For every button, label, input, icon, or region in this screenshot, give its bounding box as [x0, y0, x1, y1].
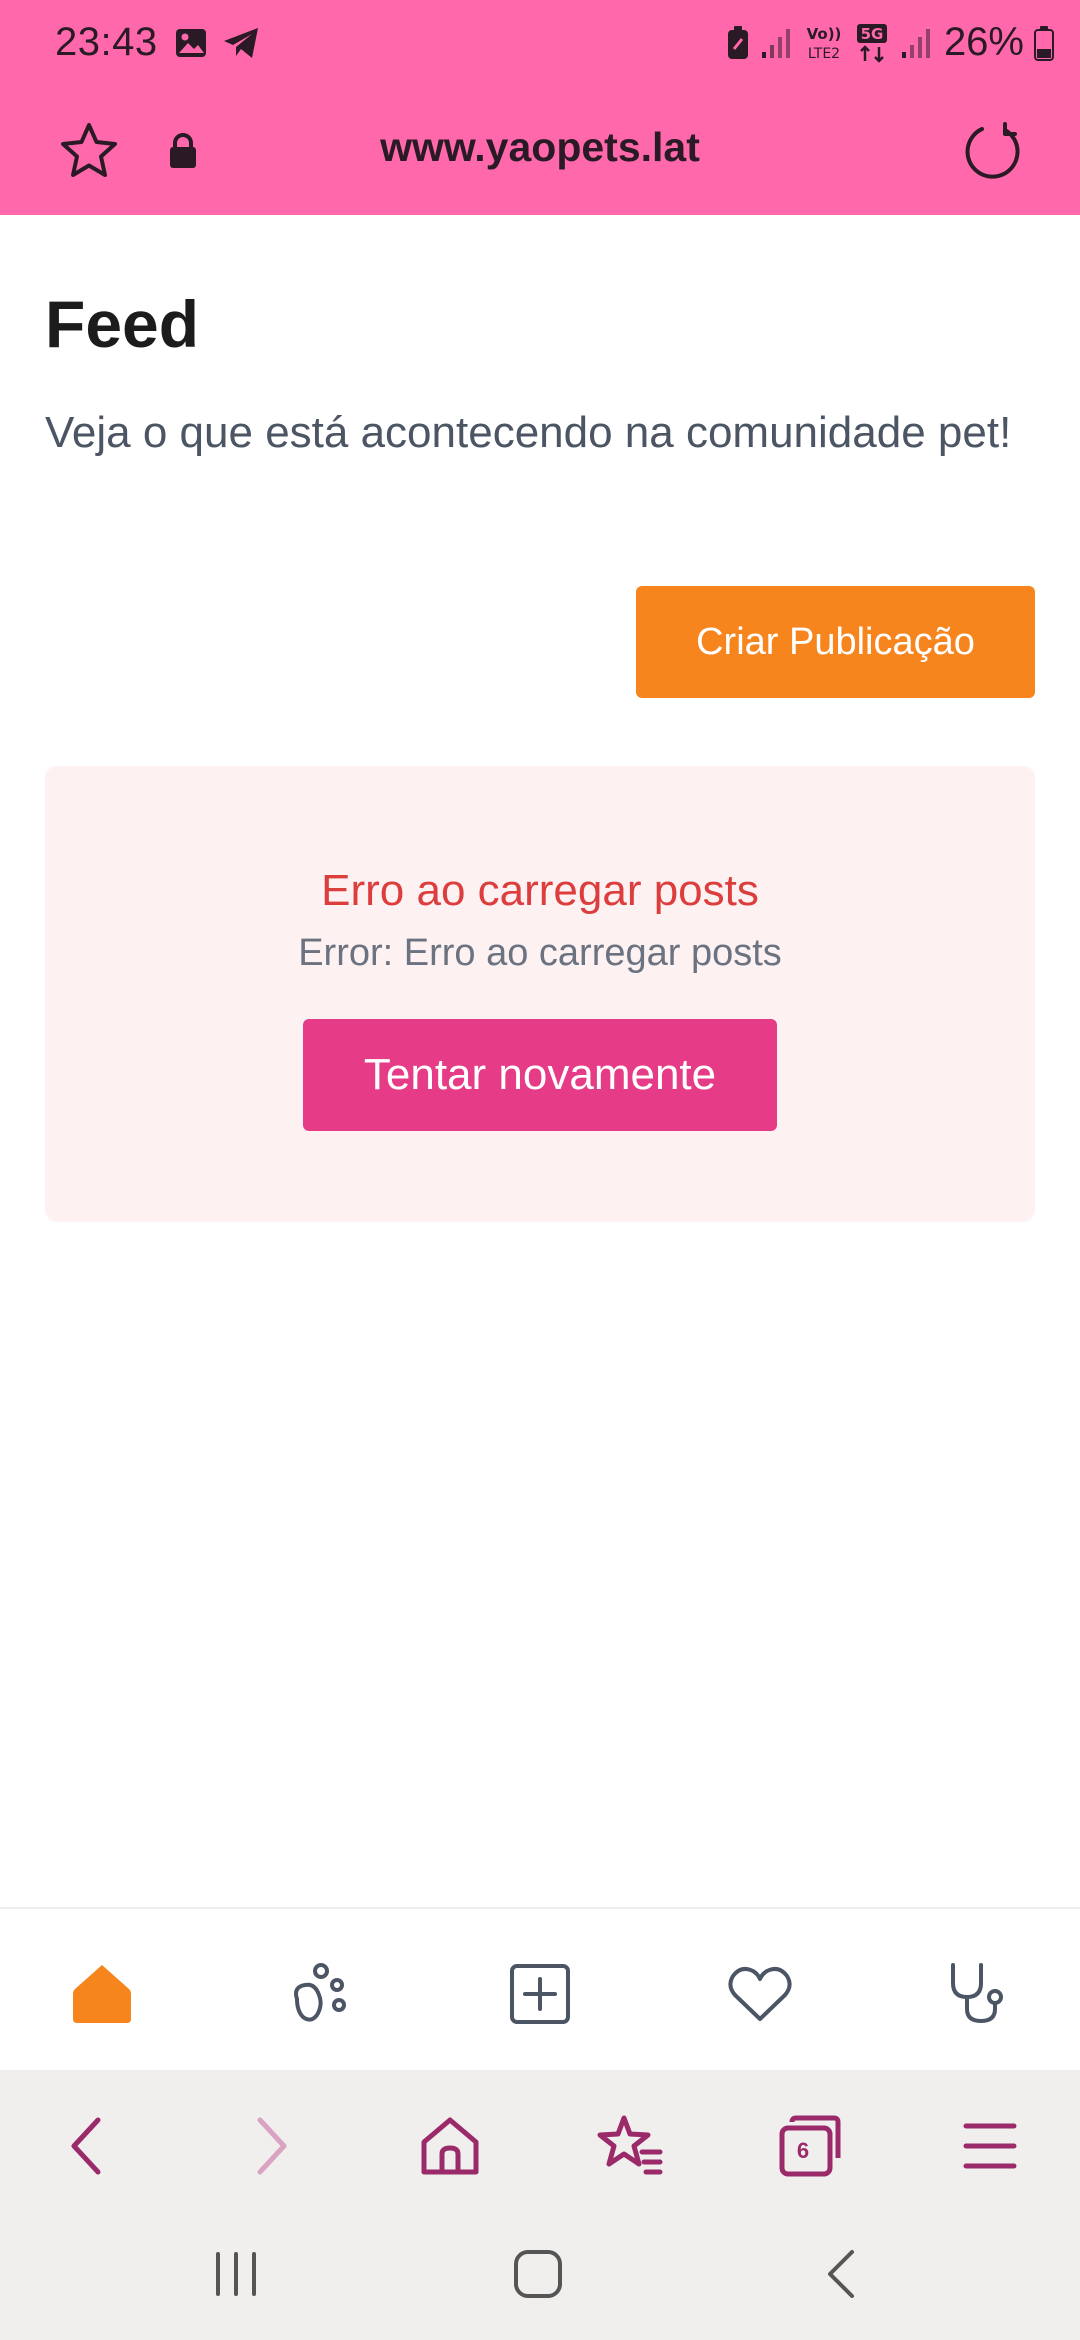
- screen: 23:43 Vo)) LTE2 5G 26% www.yaopets.lat F…: [0, 0, 1080, 2340]
- svg-text:LTE2: LTE2: [808, 46, 840, 62]
- error-detail: Error: Erro ao carregar posts: [298, 932, 782, 974]
- image-icon: [176, 29, 206, 57]
- forward-icon[interactable]: [236, 2112, 304, 2180]
- page-title: Feed: [45, 287, 200, 361]
- retry-button[interactable]: Tentar novamente: [303, 1019, 777, 1131]
- status-bar: 23:43 Vo)) LTE2 5G 26%: [0, 0, 1080, 88]
- battery-icon: [1034, 25, 1054, 61]
- home-icon[interactable]: [508, 2244, 568, 2304]
- menu-icon[interactable]: [956, 2112, 1024, 2180]
- tab-count: 6: [796, 2138, 810, 2163]
- paw-icon[interactable]: [285, 1959, 355, 2029]
- home-icon[interactable]: [416, 2112, 484, 2180]
- plus-square-icon[interactable]: [505, 1959, 575, 2029]
- back-icon[interactable]: [54, 2112, 122, 2180]
- app-bottom-nav: [0, 1907, 1080, 2070]
- page-subtitle: Veja o que está acontecendo na comunidad…: [45, 408, 1012, 457]
- create-post-button[interactable]: Criar Publicação: [636, 586, 1035, 698]
- heart-icon[interactable]: [725, 1959, 795, 2029]
- status-time: 23:43: [55, 20, 158, 64]
- volte-icon: Vo)) LTE2: [807, 25, 842, 62]
- back-icon[interactable]: [812, 2244, 872, 2304]
- url-text[interactable]: www.yaopets.lat: [0, 124, 1080, 171]
- stethoscope-icon[interactable]: [943, 1959, 1013, 2029]
- recents-icon[interactable]: [206, 2244, 266, 2304]
- reload-icon[interactable]: [960, 120, 1024, 184]
- signal-icon: [901, 28, 930, 58]
- error-card: Erro ao carregar posts Error: Erro ao ca…: [45, 766, 1035, 1222]
- svg-text:Vo)): Vo)): [807, 25, 842, 43]
- signal-icon: [761, 28, 790, 58]
- tabs-button[interactable]: 6: [776, 2112, 844, 2180]
- 5g-icon: 5G: [856, 23, 887, 63]
- error-title: Erro ao carregar posts: [321, 866, 759, 915]
- svg-text:5G: 5G: [861, 25, 884, 43]
- address-bar: www.yaopets.lat: [0, 100, 1080, 200]
- home-icon[interactable]: [67, 1959, 137, 2029]
- browser-top-bar: 23:43 Vo)) LTE2 5G 26% www.yaopets.lat: [0, 0, 1080, 215]
- bookmarks-icon[interactable]: [596, 2112, 664, 2180]
- telegram-icon: [224, 28, 258, 58]
- status-left-icons: [174, 26, 262, 60]
- status-right-icons: Vo)) LTE2 5G 26%: [726, 20, 1054, 65]
- battery-saver-icon: [727, 25, 748, 59]
- battery-percent: 26%: [943, 20, 1024, 64]
